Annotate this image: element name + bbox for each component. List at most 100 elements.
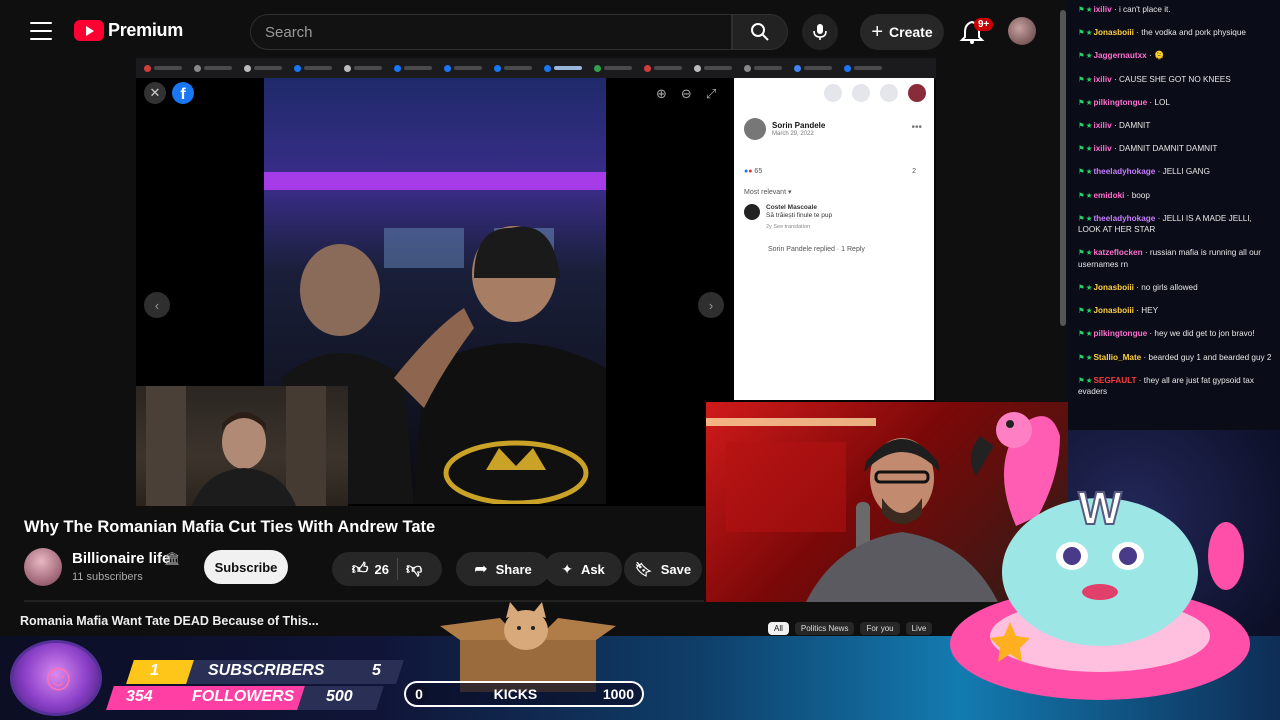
tab-title [704,66,732,70]
author-name[interactable]: Sorin Pandele [772,121,825,130]
browser-tab[interactable] [394,63,438,73]
page-scrollbar[interactable] [1060,10,1066,326]
author-avatar[interactable] [744,118,766,140]
browser-tab[interactable] [194,63,238,73]
browser-tab[interactable] [144,63,188,73]
create-label: Create [889,24,933,40]
chat-text: CAUSE SHE GOT NO KNEES [1118,74,1231,84]
fullscreen-icon[interactable]: ⤢ [706,86,716,102]
chat-username[interactable]: theeladyhokage [1093,214,1155,223]
tab-favicon-icon [394,64,401,72]
browser-tab[interactable] [744,63,788,73]
commenter-avatar[interactable] [744,204,760,220]
chat-username[interactable]: ixiliv [1093,75,1111,84]
subscribers-progress-fill [126,660,194,684]
logo-text: Premium [108,20,183,40]
browser-tab[interactable] [844,63,888,73]
browser-tab[interactable] [344,63,388,73]
followers-current: 354 [126,688,153,705]
chat-username[interactable]: katzeflocken [1093,248,1142,257]
chat-username[interactable]: Stallio_Mate [1093,353,1141,362]
tab-favicon-icon [244,64,251,72]
reactions-count[interactable]: 65 [754,168,762,175]
chat-username[interactable]: Jonasboiii [1093,28,1134,37]
chat-username[interactable]: emidoki [1093,191,1124,200]
tab-title [504,66,532,70]
messenger-icon[interactable] [852,84,870,102]
stream-chat: ⚑★ ixiliv · i can't place it. ⚑★ Jonasboi… [1068,0,1280,430]
chat-message: ⚑★ pilkingtongue · hey we did get to jon… [1078,329,1255,339]
chat-text: LOL [1154,97,1170,107]
browser-tab[interactable] [244,63,288,73]
zoom-out-icon[interactable]: ⊖ [681,86,692,102]
chip-for-you[interactable]: For you [860,622,900,635]
flamingo-mascot-image: W [950,412,1250,700]
tab-favicon-icon [544,64,551,72]
create-button[interactable]: + Create [860,14,944,50]
chat-username[interactable]: theeladyhokage [1093,167,1155,176]
close-icon[interactable]: ✕ [144,82,166,104]
comments-count[interactable]: 2 [912,168,916,175]
save-button[interactable]: 🔖︎ Save [624,552,702,586]
chat-badges-icon: ⚑★ [1078,144,1094,154]
browser-tab[interactable] [444,63,488,73]
search-icon [751,23,769,41]
chat-username[interactable]: Jaggernautxx [1093,51,1146,60]
search-box[interactable] [250,14,732,50]
chat-username[interactable]: Jonasboiii [1093,283,1134,292]
voice-search-button[interactable] [802,14,838,50]
chip-live[interactable]: Live [905,622,933,635]
search-button[interactable] [732,14,788,50]
previous-photo-arrow-icon[interactable]: ‹ [144,292,170,318]
chat-username[interactable]: Jonasboiii [1093,306,1134,315]
browser-tab[interactable] [694,63,738,73]
browser-tab[interactable] [294,63,338,73]
kicks-goal-bar: 0 KICKS 1000 [404,681,644,707]
chat-username[interactable]: pilkingtongue [1093,329,1147,338]
browser-tab[interactable] [644,63,688,73]
chip-politics-news[interactable]: Politics News [794,622,855,635]
facebook-logo-icon[interactable]: f [172,82,194,104]
dislike-button[interactable]: 👎︎ [406,560,422,579]
profile-avatar[interactable] [908,84,926,102]
menu-icon[interactable] [30,22,52,40]
share-button[interactable]: ➦ Share [456,552,550,586]
chip-all[interactable]: All [768,622,789,635]
chat-text: bearded guy 1 and bearded guy 2 [1148,352,1272,362]
browser-tab[interactable] [594,63,638,73]
youtube-logo[interactable]: Premium [74,20,183,41]
search-input[interactable] [251,15,731,49]
embedded-video-webcam [136,386,348,506]
chat-badges-icon: ⚑★ [1078,5,1094,14]
browser-tab[interactable] [494,63,538,73]
like-button[interactable]: 👍︎ 26 [352,560,389,579]
next-photo-arrow-icon[interactable]: › [698,292,724,318]
tab-favicon-icon [844,64,851,72]
account-avatar[interactable] [1008,17,1036,45]
chat-text: the vodka and pork physique [1141,28,1246,38]
youtube-play-icon [74,20,104,41]
chat-username[interactable]: ixiliv [1093,144,1111,153]
channel-name[interactable]: Billionaire life [72,550,170,567]
commenter-name[interactable]: Costel Mascoale [766,204,832,212]
tab-title [254,66,282,70]
browser-tab[interactable] [794,63,838,73]
chat-username[interactable]: ixiliv [1093,5,1111,14]
zoom-in-icon[interactable]: ⊕ [656,86,667,102]
kicks-label: KICKS [493,686,538,702]
comment-sort-dropdown[interactable]: Most relevant ▾ [744,188,792,196]
browser-tab[interactable] [544,63,588,73]
next-video-title[interactable]: Romania Mafia Want Tate DEAD Because of … [20,614,319,628]
menu-grid-icon[interactable] [824,84,842,102]
subscribe-button[interactable]: Subscribe [204,550,288,584]
chat-username[interactable]: pilkingtongue [1093,98,1147,107]
chat-username[interactable]: SEGFAULT [1093,376,1136,385]
reply-link[interactable]: Sorin Pandele replied · 1 Reply [768,246,865,253]
chat-username[interactable]: ixiliv [1093,121,1111,130]
tab-title [554,66,582,70]
channel-avatar[interactable] [24,548,62,586]
more-options-icon[interactable]: ••• [911,122,922,133]
like-count: 26 [374,561,389,577]
ask-button[interactable]: ✦ Ask [544,552,622,586]
notifications-icon[interactable] [880,84,898,102]
